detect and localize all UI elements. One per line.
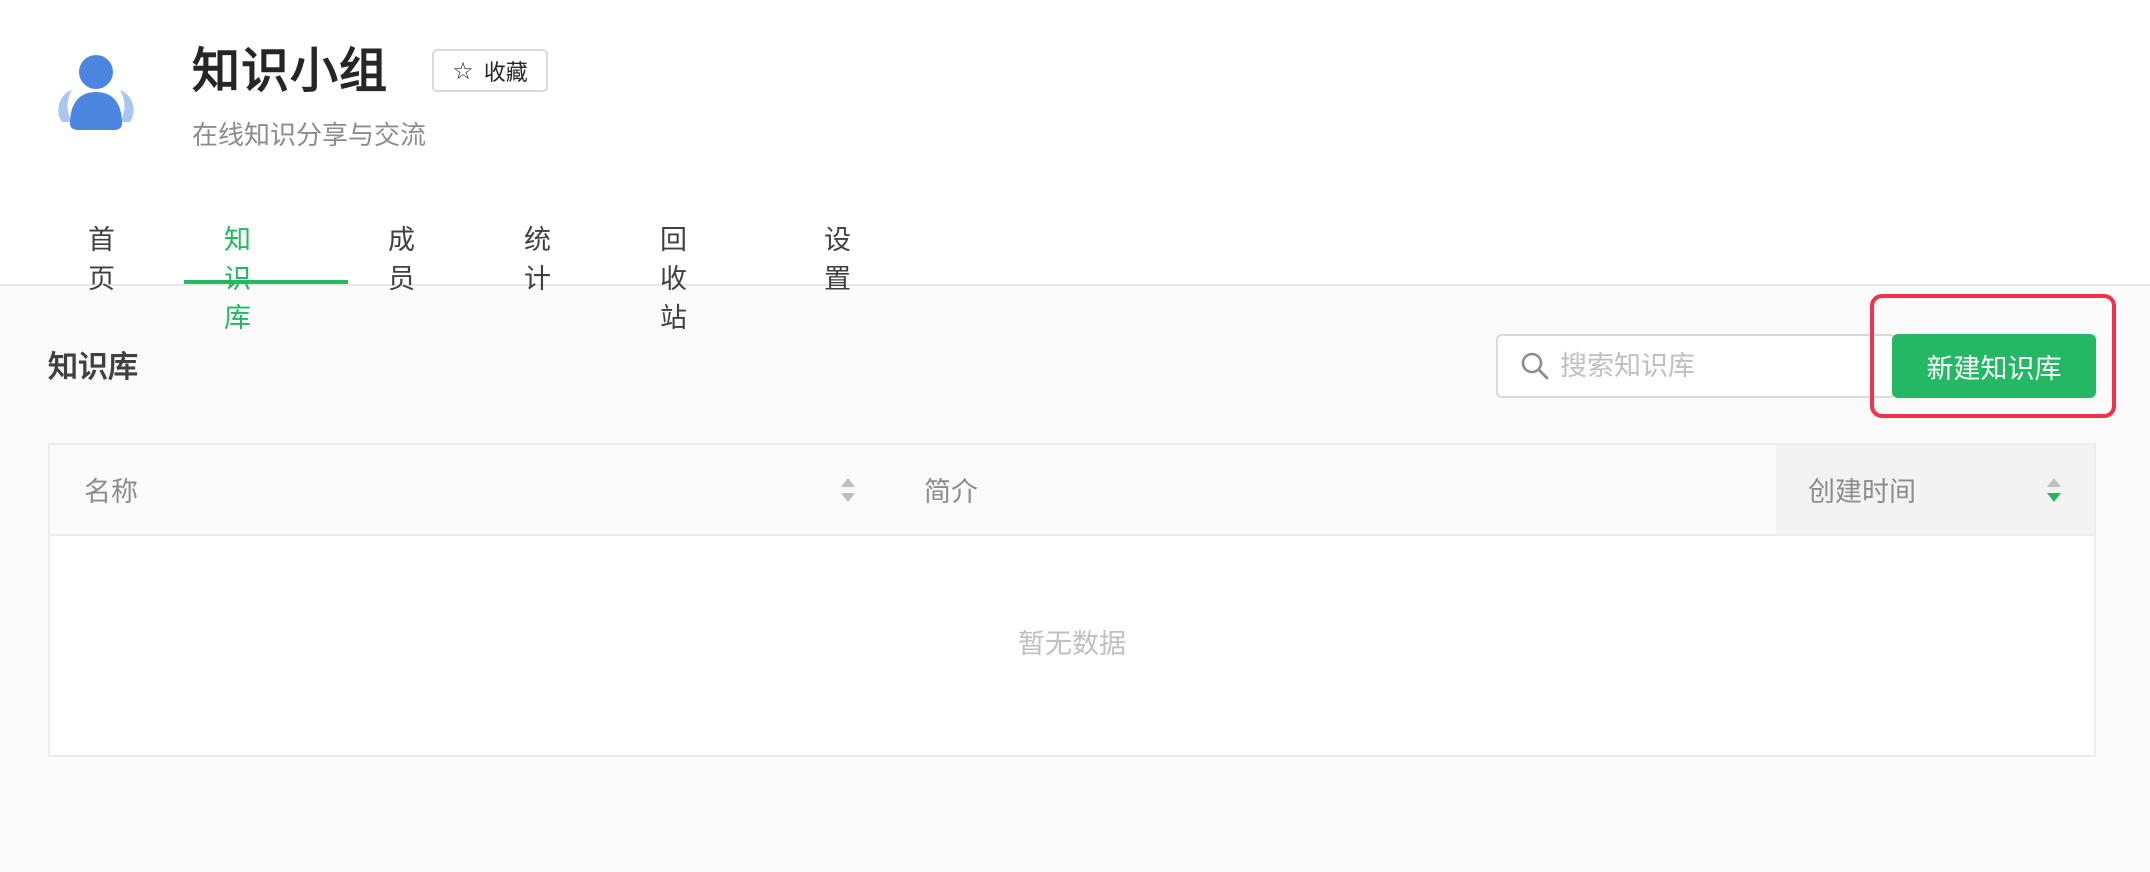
- tab-statistics[interactable]: 统计: [524, 206, 551, 295]
- knowledge-base-table: 名称 简介 创建时间 暂无数据: [48, 443, 2096, 757]
- tab-recycle-bin[interactable]: 回收站: [660, 206, 687, 334]
- tab-home[interactable]: 首页: [88, 206, 115, 295]
- sort-caret-icon[interactable]: [840, 476, 856, 504]
- active-tab-indicator: [184, 280, 348, 284]
- user-group-icon: [58, 55, 134, 130]
- empty-state-text: 暂无数据: [1018, 629, 1126, 660]
- group-description: 在线知识分享与交流: [192, 121, 427, 151]
- section-title: 知识库: [48, 350, 138, 385]
- sort-caret-icon[interactable]: [2046, 476, 2062, 504]
- tab-knowledge-base[interactable]: 知识库: [224, 206, 251, 334]
- search-icon: [1521, 352, 1549, 380]
- favorite-button[interactable]: ☆ 收藏: [432, 49, 548, 92]
- star-icon: ☆: [452, 56, 474, 85]
- column-label: 简介: [924, 477, 978, 508]
- column-header-name[interactable]: 名称: [50, 445, 890, 534]
- column-label: 名称: [84, 477, 138, 508]
- new-knowledge-base-button[interactable]: 新建知识库: [1892, 334, 2096, 398]
- table-header: 名称 简介 创建时间: [50, 445, 2094, 536]
- column-header-description: 简介: [890, 445, 1726, 534]
- column-header-created-time[interactable]: 创建时间: [1776, 445, 2094, 534]
- search-box[interactable]: [1496, 334, 1896, 398]
- search-input[interactable]: [1560, 350, 1880, 382]
- group-header: 知识小组 ☆ 收藏 在线知识分享与交流 首页 知识库 成员 统计 回收站 设置: [0, 0, 2150, 334]
- favorite-label: 收藏: [483, 60, 528, 86]
- group-title: 知识小组: [192, 43, 389, 99]
- tab-members[interactable]: 成员: [388, 206, 415, 295]
- column-label: 创建时间: [1808, 477, 1916, 508]
- tab-settings[interactable]: 设置: [824, 206, 851, 295]
